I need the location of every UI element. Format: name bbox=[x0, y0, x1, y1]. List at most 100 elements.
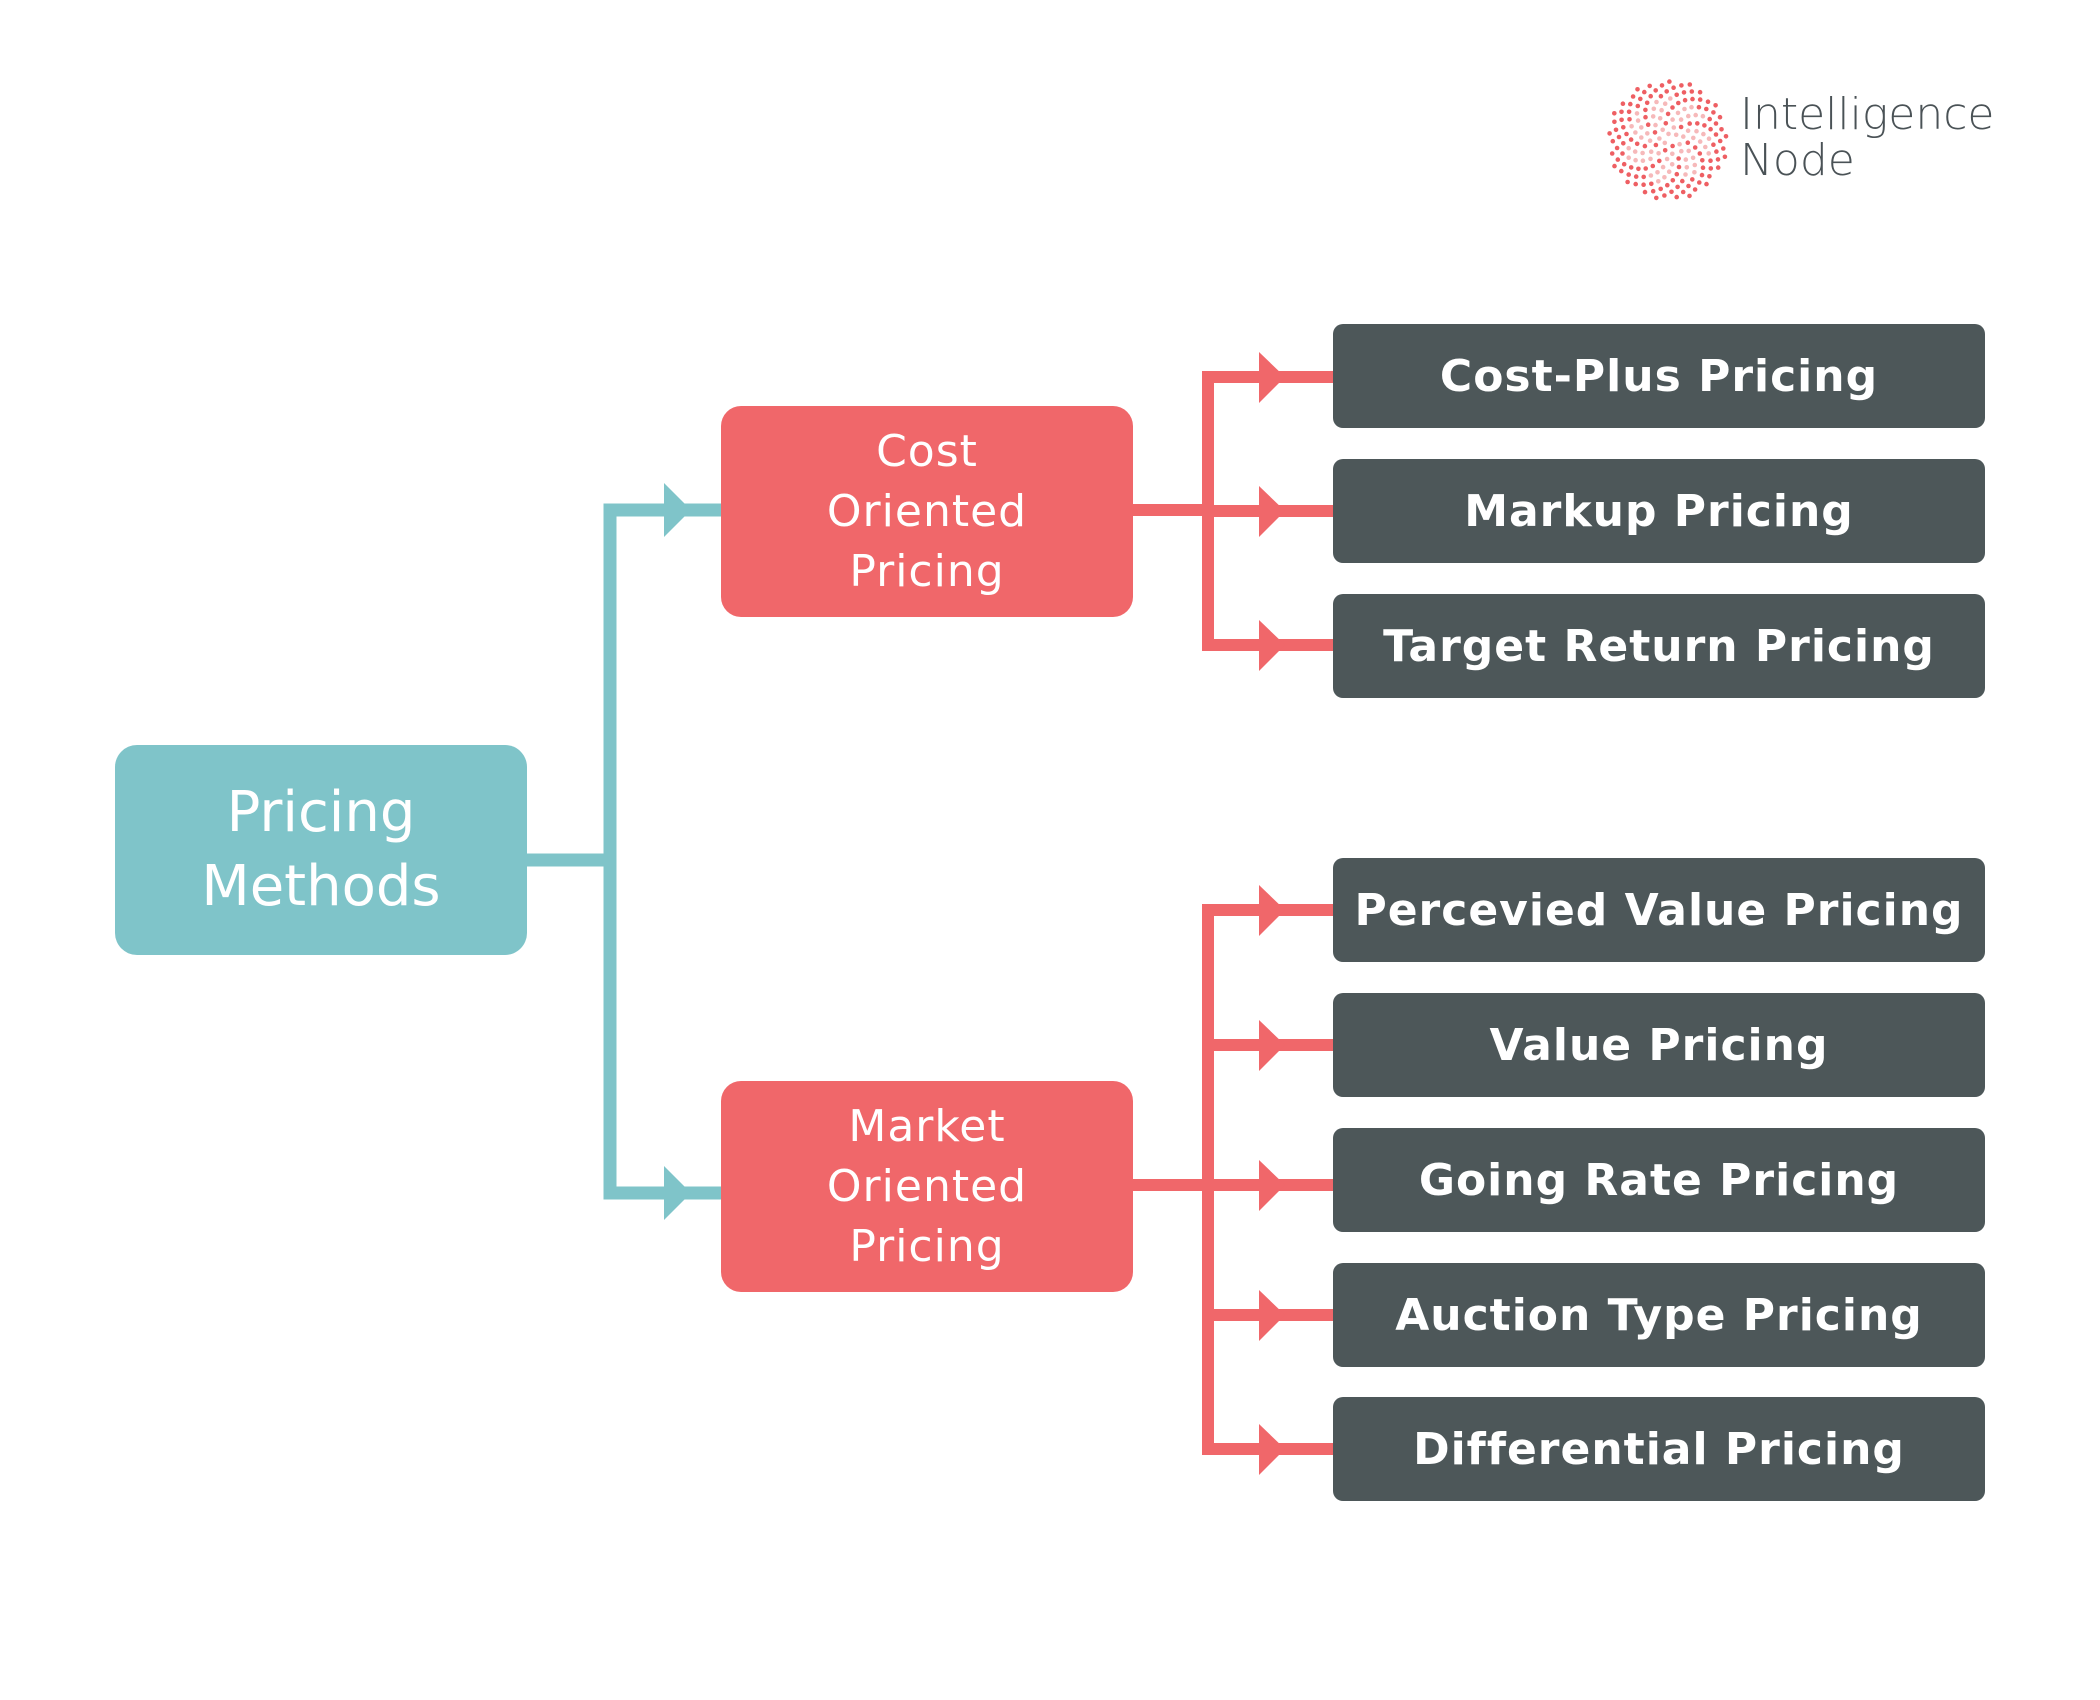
leaf-label: Going Rate Pricing bbox=[1418, 1154, 1900, 1206]
logo-dot bbox=[1722, 154, 1728, 160]
logo-dot bbox=[1633, 157, 1638, 163]
logo-dot bbox=[1647, 83, 1652, 89]
logo-dot bbox=[1640, 150, 1645, 156]
logo-dot bbox=[1621, 161, 1627, 167]
logo-dot bbox=[1678, 117, 1684, 122]
branch-node-cost-oriented: Cost Oriented Pricing bbox=[721, 406, 1133, 617]
logo-dot bbox=[1626, 172, 1631, 177]
logo-dot bbox=[1650, 163, 1656, 169]
logo-dot bbox=[1692, 162, 1698, 168]
logo-dot bbox=[1681, 90, 1687, 95]
logo-dot bbox=[1660, 127, 1665, 133]
logo-dot bbox=[1682, 97, 1688, 103]
logo-dot bbox=[1659, 107, 1664, 113]
leaf-label: Differential Pricing bbox=[1413, 1423, 1905, 1475]
leaf-node-perceived-value-pricing: Percevied Value Pricing bbox=[1333, 858, 1985, 962]
logo-dot bbox=[1609, 151, 1615, 156]
logo-dot bbox=[1648, 149, 1654, 154]
logo-dot bbox=[1685, 140, 1691, 145]
logo-dot bbox=[1642, 189, 1648, 195]
root-label-line-1: Pricing bbox=[226, 780, 416, 845]
logo-dot bbox=[1692, 187, 1698, 192]
branch-label-line-3: Pricing bbox=[849, 1220, 1005, 1272]
logo-dot bbox=[1695, 121, 1700, 126]
logo-dot bbox=[1657, 158, 1662, 164]
logo-dot bbox=[1692, 145, 1698, 150]
logo-dot bbox=[1708, 158, 1713, 163]
logo-dot bbox=[1641, 182, 1646, 187]
logo-dot bbox=[1673, 132, 1679, 138]
logo-dot bbox=[1648, 156, 1653, 162]
arrow-to-perceived-value bbox=[1259, 885, 1285, 936]
logo-dot bbox=[1683, 172, 1688, 177]
logo-dot bbox=[1713, 132, 1719, 137]
logo-dot bbox=[1643, 114, 1648, 120]
logo-dot bbox=[1619, 109, 1624, 115]
branch-label-line-1: Cost bbox=[876, 425, 978, 477]
logo-dot bbox=[1633, 181, 1638, 187]
logo-dot bbox=[1687, 121, 1692, 126]
logo-dot bbox=[1693, 112, 1698, 118]
logo-dot bbox=[1721, 146, 1726, 151]
logo-dot bbox=[1674, 171, 1680, 177]
logo-dot bbox=[1648, 93, 1653, 99]
logo-dot bbox=[1666, 169, 1672, 174]
logo-dot bbox=[1689, 89, 1695, 94]
logo-dot bbox=[1679, 83, 1684, 88]
logo-dot bbox=[1677, 141, 1682, 147]
logo-dot bbox=[1704, 106, 1709, 112]
logo-dot bbox=[1640, 158, 1646, 163]
logo-dot bbox=[1681, 134, 1686, 139]
logo-dot bbox=[1686, 113, 1691, 119]
dotted-sphere-icon bbox=[1607, 79, 1729, 201]
logo-dot bbox=[1645, 131, 1650, 136]
logo-dot bbox=[1665, 182, 1670, 188]
logo-dot bbox=[1713, 121, 1719, 126]
logo-dot bbox=[1650, 114, 1656, 119]
leaf-node-going-rate-pricing: Going Rate Pricing bbox=[1333, 1128, 1985, 1232]
logo-dot bbox=[1642, 89, 1647, 95]
logo-dot bbox=[1625, 179, 1630, 185]
logo-dot bbox=[1656, 151, 1661, 156]
logo-dot bbox=[1674, 194, 1679, 200]
logo-dot bbox=[1676, 156, 1681, 161]
logo-dot bbox=[1658, 186, 1663, 192]
leaf-node-markup-pricing: Markup Pricing bbox=[1333, 459, 1985, 563]
logo-dot bbox=[1642, 143, 1648, 149]
logo-dot bbox=[1657, 116, 1663, 121]
logo-dot bbox=[1653, 122, 1658, 128]
logo-dot bbox=[1652, 130, 1658, 135]
logo-dot bbox=[1679, 148, 1684, 154]
arrow-to-auction-type bbox=[1259, 1290, 1285, 1341]
logo-dot bbox=[1711, 142, 1716, 147]
arrow-to-cost-oriented bbox=[664, 483, 691, 537]
teal-trunk-line bbox=[603, 503, 667, 1200]
logo-dot bbox=[1624, 131, 1629, 137]
logo-dot bbox=[1626, 155, 1631, 160]
logo-dot bbox=[1633, 130, 1638, 135]
logo-dot bbox=[1690, 96, 1695, 102]
logo-dot bbox=[1648, 173, 1654, 178]
logo-dot bbox=[1683, 157, 1689, 162]
logo-dot bbox=[1647, 138, 1653, 143]
logo-dot bbox=[1700, 158, 1705, 163]
branch-label-line-2: Oriented bbox=[826, 485, 1028, 537]
logo-dot bbox=[1702, 123, 1707, 128]
logo-dot bbox=[1658, 93, 1664, 99]
logo-dot bbox=[1610, 138, 1616, 144]
cost-branch-connector bbox=[1132, 371, 1334, 651]
logo-dot bbox=[1687, 193, 1692, 199]
logo-dot bbox=[1662, 148, 1668, 153]
logo-dot bbox=[1620, 101, 1626, 106]
logo-dot bbox=[1612, 111, 1617, 116]
logo-dot bbox=[1667, 79, 1672, 84]
logo-dot bbox=[1643, 107, 1648, 113]
logo-dot bbox=[1682, 106, 1687, 112]
arrow-to-value bbox=[1259, 1020, 1285, 1071]
logo-dot bbox=[1697, 89, 1703, 95]
leaf-label: Cost-Plus Pricing bbox=[1439, 350, 1879, 402]
logo-dot bbox=[1665, 111, 1671, 117]
logo-dot bbox=[1680, 178, 1685, 184]
logo-dot bbox=[1654, 99, 1659, 105]
logo-dot bbox=[1621, 141, 1626, 146]
